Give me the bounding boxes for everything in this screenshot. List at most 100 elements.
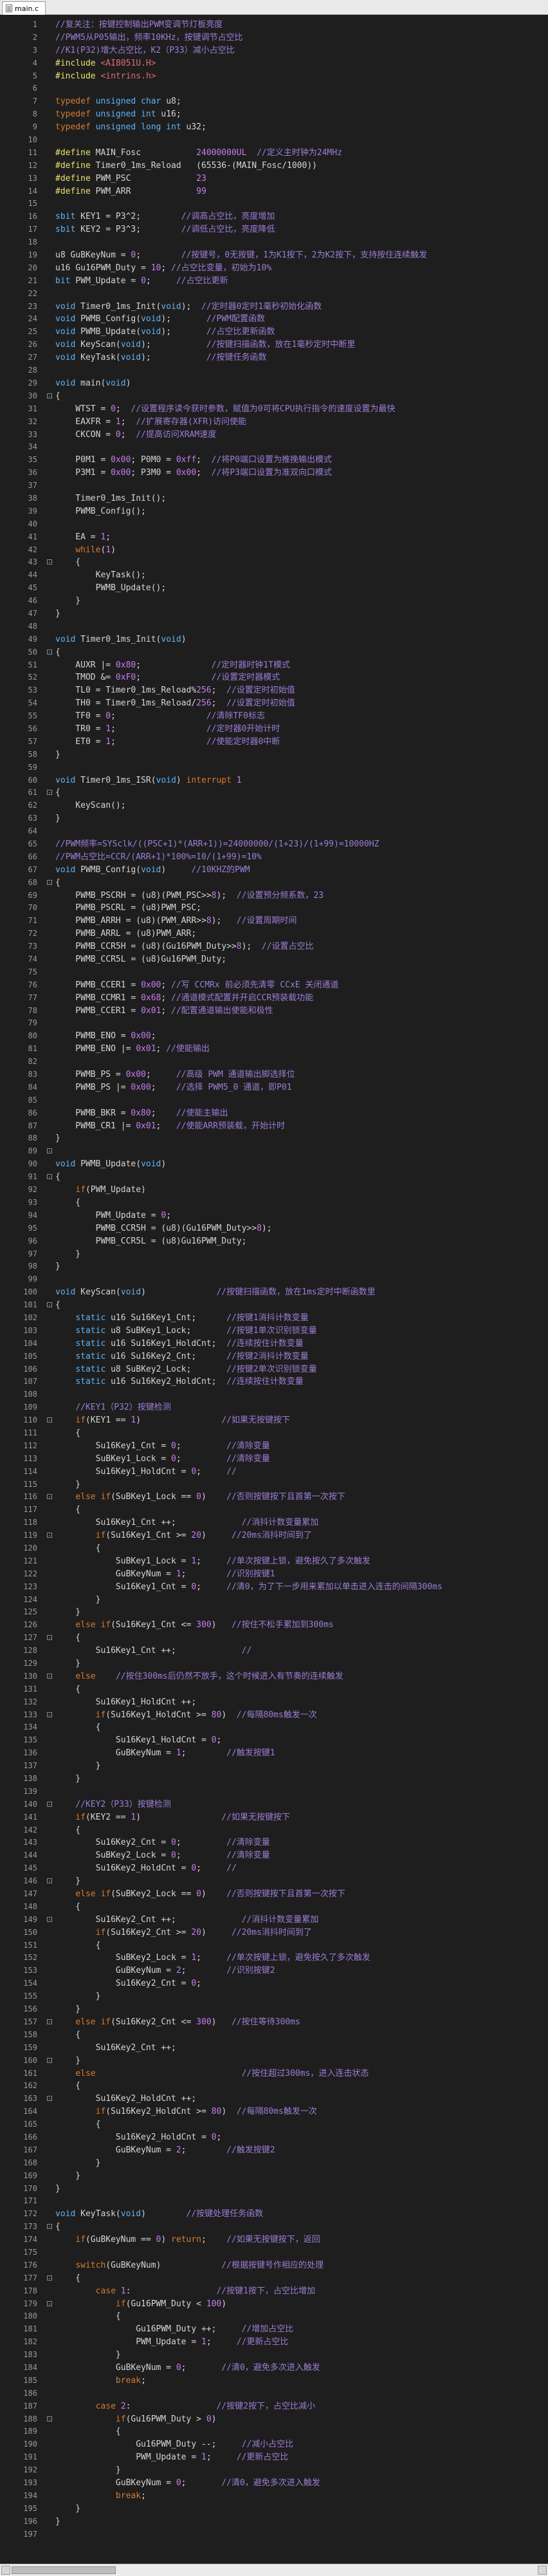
fold-toggle-icon[interactable]: - — [47, 2224, 52, 2230]
fold-toggle-icon[interactable]: - — [47, 1148, 52, 1154]
code-line[interactable]: 171 — [23, 2195, 548, 2208]
code-line[interactable]: 172 void KeyTask(void) //按键处理任务函数 — [23, 2208, 548, 2221]
fold-toggle-icon[interactable]: - — [47, 2416, 52, 2422]
code-line[interactable]: 132 Su16Key1_HoldCnt ++; — [23, 1696, 548, 1709]
code-line[interactable]: 47} — [28, 608, 548, 621]
code-line[interactable]: 31 WTST = 0; //设置程序读今获时参数，赋值为0可将CPU执行指令的… — [28, 403, 548, 416]
code-line[interactable]: 159 Su16Key2_Cnt ++; — [23, 2042, 548, 2055]
fold-toggle-icon[interactable]: - — [47, 2057, 52, 2063]
code-line[interactable]: 28 — [28, 364, 548, 377]
code-line[interactable]: 123 Su16Key1_Cnt = 0; //清0，为了下一步用来累加以单击进… — [23, 1581, 548, 1594]
code-line[interactable]: 111 { — [23, 1427, 548, 1440]
code-line[interactable]: 96 PWMB_CCR5L = (u8)Gu16PWM_Duty; — [28, 1235, 548, 1248]
code-line[interactable]: 131 { — [23, 1683, 548, 1696]
fold-toggle-icon[interactable]: - — [47, 879, 52, 885]
fold-toggle-icon[interactable]: - — [47, 1174, 52, 1180]
code-line[interactable]: 169 } — [23, 2170, 548, 2183]
code-line[interactable]: 78 PWMB_CCER1 = 0x01; //配置通道输出使能和极性 — [28, 1005, 548, 1018]
code-line[interactable]: 102 static u16 Su16Key1_Cnt; //按键1消抖计数变量 — [23, 1312, 548, 1325]
code-line[interactable]: 187 case 2: //按键2按下，占空比减小 — [23, 2400, 548, 2413]
horizontal-scrollbar[interactable] — [0, 2564, 548, 2576]
code-line[interactable]: 151 { — [23, 1939, 548, 1952]
code-line[interactable]: 167 GuBKeyNum = 2; //触发按键2 — [23, 2144, 548, 2157]
code-line[interactable]: 21 bit PWM_Update = 0; //占空比更新 — [28, 275, 548, 288]
code-line[interactable]: 90 void PWMB_Update(void) — [28, 1158, 548, 1171]
code-line[interactable]: 161 else //按住超过300ms，进入连击状态 — [23, 2067, 548, 2080]
code-line[interactable]: 20 u16 Gu16PWM_Duty = 10; //占空比变量，初始为10% — [28, 262, 548, 275]
fold-toggle-icon[interactable]: - — [47, 1801, 52, 1807]
code-line[interactable]: 33 CKCON = 0; //提高访问XRAM速度 — [28, 429, 548, 442]
code-line[interactable]: 40 — [28, 518, 548, 531]
code-line[interactable]: 13 #define PWM_PSC 23 — [28, 173, 548, 185]
code-line[interactable]: 163 - Su16Key2_HoldCnt ++; — [23, 2093, 548, 2105]
code-line[interactable]: 142 { — [23, 1824, 548, 1837]
code-line[interactable]: 5 #include <intrins.h> — [33, 70, 548, 83]
code-line[interactable]: 190 Gu16PWM_Duty --; //减小占空比 — [23, 2438, 548, 2451]
code-line[interactable]: 149 - Su16Key2_Cnt ++; //消抖计数变量累加 — [23, 1914, 548, 1927]
code-line[interactable]: 108 — [23, 1388, 548, 1401]
scroll-right-arrow-icon[interactable] — [538, 2566, 547, 2575]
code-line[interactable]: 116 - else if(SuBKey1_Lock == 0) //否则按键按下… — [23, 1491, 548, 1504]
tab-main-c[interactable]: main.c — [2, 1, 46, 15]
code-line[interactable]: 35 P0M1 = 0x00; P0M0 = 0xff; //将P0端口设置为推… — [28, 454, 548, 467]
fold-toggle-icon[interactable]: - — [47, 649, 52, 655]
code-line[interactable]: 86 PWMB_BKR = 0x80; //使能主输出 — [28, 1107, 548, 1120]
fold-toggle-icon[interactable]: - — [47, 790, 52, 796]
code-line[interactable]: 14 #define PWM_ARR 99 — [28, 185, 548, 198]
code-line[interactable]: 69 PWMB_PSCRH = (u8)(PWM_PSC>>8); //设置预分… — [28, 890, 548, 902]
code-line[interactable]: 176 switch(GuBKeyNum) //根据按键号作相应的处理 — [23, 2259, 548, 2272]
code-line[interactable]: 110- if(KEY1 == 1) //如果无按键按下 — [23, 1414, 548, 1427]
code-line[interactable]: 39 PWMB_Config(); — [28, 505, 548, 518]
fold-toggle-icon[interactable]: - — [47, 393, 52, 398]
code-line[interactable]: 73 PWMB_CCR5H = (u8)(Gu16PWM_Duty>>8); /… — [28, 940, 548, 953]
code-line[interactable]: 194 break; — [23, 2490, 548, 2503]
code-line[interactable]: 125 } — [23, 1606, 548, 1619]
code-line[interactable]: 153 GuBKeyNum = 2; //识别按键2 — [23, 1965, 548, 1977]
code-line[interactable]: 45 PWMB_Update(); — [28, 582, 548, 595]
code-line[interactable]: 11 #define MAIN_Fosc 24000000UL //定义主时钟为2… — [28, 147, 548, 160]
code-line[interactable]: 195 } — [23, 2503, 548, 2515]
code-editor[interactable]: 1 //复关注：按键控制输出PWM变调节灯板亮度 2 //PWM5从P05输出，频率1… — [0, 15, 548, 2564]
code-line[interactable]: 55 TF0 = 0; //清除TF0标志 — [28, 710, 548, 723]
code-line[interactable]: 2 //PWM5从P05输出，频率10KHz，按键调节占空比 — [33, 32, 548, 44]
code-line[interactable]: 67 void PWMB_Config(void) //10KHZ的PWM — [28, 864, 548, 877]
fold-toggle-icon[interactable]: - — [47, 1417, 52, 1423]
fold-toggle-icon[interactable]: - — [47, 1916, 52, 1922]
code-line[interactable]: 22 — [28, 288, 548, 301]
code-line[interactable]: 162 { — [23, 2080, 548, 2093]
code-line[interactable]: 63} — [28, 812, 548, 825]
code-line[interactable]: 41 EA = 1; — [28, 531, 548, 544]
code-line[interactable]: 80 PWMB_ENO = 0x00; — [28, 1030, 548, 1043]
code-line[interactable]: 32 EAXFR = 1; //扩展寄存器(XFR)访问使能 — [28, 416, 548, 429]
fold-toggle-icon[interactable]: - — [47, 1712, 52, 1717]
code-line[interactable]: 79 — [28, 1017, 548, 1030]
code-line[interactable]: 37 — [28, 480, 548, 492]
scroll-left-arrow-icon[interactable] — [1, 2566, 10, 2575]
code-line[interactable]: 89 - — [28, 1145, 548, 1158]
code-line[interactable]: 26 void KeyScan(void); //按键扫描函数，放在1毫秒定时中断… — [28, 339, 548, 351]
code-line[interactable]: 129 } — [23, 1657, 548, 1670]
code-line[interactable]: 165 { — [23, 2118, 548, 2131]
code-line[interactable]: 34 — [28, 441, 548, 454]
code-line[interactable]: 126 else if(Su16Key1_Cnt <= 300) //按住不松手… — [23, 1619, 548, 1632]
code-line[interactable]: 175 — [23, 2246, 548, 2259]
code-line[interactable]: 135 Su16Key1_HoldCnt = 0; — [23, 1734, 548, 1747]
fold-toggle-icon[interactable]: - — [47, 1302, 52, 1308]
code-line[interactable]: 109 //KEY1（P32）按键检测 — [23, 1401, 548, 1414]
code-line[interactable]: 168 } — [23, 2157, 548, 2170]
code-line[interactable]: 192 } — [23, 2464, 548, 2477]
code-line[interactable]: 174 if(GuBKeyNum == 0) return; //如果无按键按下… — [23, 2234, 548, 2246]
code-line[interactable]: 24 void PWMB_Config(void); //PWM配置函数 — [28, 313, 548, 326]
code-line[interactable]: 66 //PWM占空比=CCR/(ARR+1)*100%=10/(1+99)=10… — [28, 851, 548, 864]
code-line[interactable]: 160 - } — [23, 2055, 548, 2067]
code-line[interactable]: 140 - //KEY2（P33）按键检测 — [23, 1798, 548, 1811]
fold-toggle-icon[interactable]: - — [47, 1494, 52, 1500]
code-line[interactable]: 158 { — [23, 2029, 548, 2042]
code-line[interactable]: 6 — [33, 82, 548, 95]
code-line[interactable]: 184 GuBKeyNum = 0; //清0，避免多次进入触发 — [23, 2362, 548, 2375]
code-line[interactable]: 92 if(PWM_Update) — [28, 1184, 548, 1197]
code-line[interactable]: 143 Su16Key2_Cnt = 0; //清除变量 — [23, 1836, 548, 1849]
code-line[interactable]: 104 static u16 Su16Key1_HoldCnt; //连续按住计… — [23, 1338, 548, 1350]
code-line[interactable]: 155 } — [23, 1990, 548, 2003]
code-line[interactable]: 99 — [28, 1273, 548, 1286]
